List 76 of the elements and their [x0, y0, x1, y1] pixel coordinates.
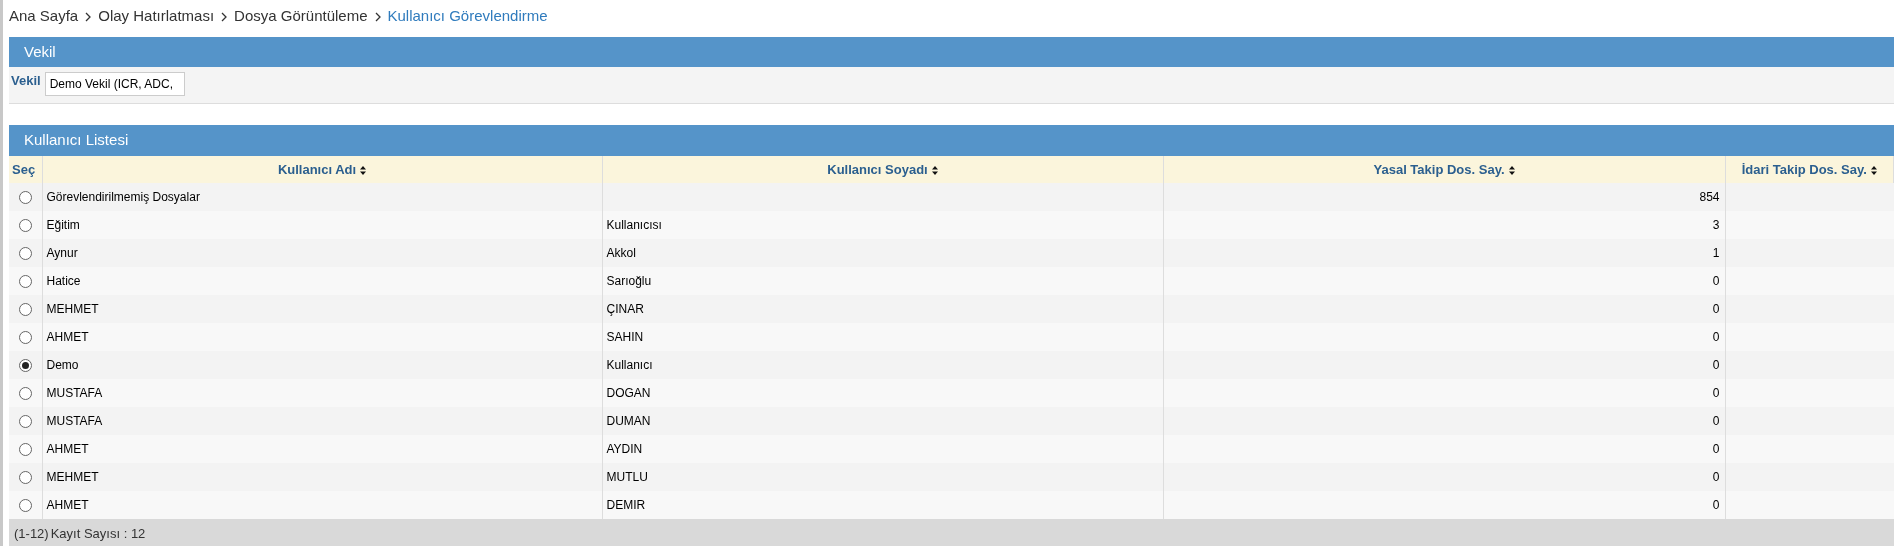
table-cell: 0	[1712, 330, 1720, 344]
table-cell: DUMAN	[606, 414, 651, 428]
radio-button[interactable]	[18, 275, 32, 289]
table-row[interactable]: AHMET AYDIN 0	[9, 435, 1894, 463]
table-row[interactable]: MEHMET ÇINAR 0	[9, 295, 1894, 323]
table-cell: Kullanıcı	[606, 358, 653, 372]
radio-button[interactable]	[18, 387, 32, 401]
table-cell: AHMET	[46, 330, 89, 344]
breadcrumb-link[interactable]: Ana Sayfa	[9, 5, 79, 28]
radio-button[interactable]	[18, 191, 32, 205]
field-label: Vekil	[11, 72, 41, 90]
table-cell: Kullanıcısı	[606, 218, 662, 232]
table-row[interactable]: MUSTAFA DUMAN 0	[9, 407, 1894, 435]
table-row[interactable]: AHMET DEMIR 0	[9, 491, 1894, 519]
table-cell: 0	[1712, 386, 1720, 400]
table-cell: MUTLU	[606, 470, 648, 484]
breadcrumb-link[interactable]: Dosya Görüntüleme	[234, 5, 368, 28]
table-cell: 0	[1712, 414, 1720, 428]
radio-button[interactable]	[18, 471, 32, 485]
panel-title: Kullanıcı Listesi	[24, 130, 129, 151]
table-row[interactable]: Eğitim Kullanıcısı 3	[9, 211, 1894, 239]
vekil-field[interactable]: Demo Vekil (ICR, ADC,	[44, 72, 185, 96]
table-cell: Eğitim	[46, 218, 80, 232]
table-cell: 0	[1712, 498, 1720, 512]
radio-button[interactable]	[18, 359, 32, 373]
chevron-right-icon	[374, 11, 381, 22]
sort-icon	[360, 165, 367, 175]
table-cell: DEMIR	[606, 498, 646, 512]
chevron-right-icon	[85, 11, 92, 22]
record-range: (1-12)	[14, 524, 49, 543]
panel-title: Vekil	[24, 41, 56, 62]
table-cell: ÇINAR	[606, 302, 644, 316]
table-row[interactable]: Görevlendirilmemiş Dosyalar 854	[9, 183, 1894, 211]
table-cell: 0	[1712, 470, 1720, 484]
table-cell: 0	[1712, 302, 1720, 316]
table-cell: Demo	[46, 358, 79, 372]
table-cell: MUSTAFA	[46, 414, 103, 428]
table-cell: Görevlendirilmemiş Dosyalar	[46, 190, 200, 204]
table-row[interactable]: MEHMET MUTLU 0	[9, 463, 1894, 491]
sort-icon	[1508, 165, 1515, 175]
breadcrumb-link[interactable]: Kullanıcı Görevlendirme	[387, 5, 548, 28]
table-cell: 3	[1712, 218, 1720, 232]
table-cell: 0	[1712, 358, 1720, 372]
radio-button[interactable]	[18, 499, 32, 513]
table-cell: 854	[1699, 190, 1720, 204]
radio-button[interactable]	[18, 331, 32, 345]
table-cell: Hatice	[46, 274, 81, 288]
table-cell: MEHMET	[46, 302, 99, 316]
chevron-right-icon	[221, 11, 228, 22]
radio-button[interactable]	[18, 415, 32, 429]
radio-button[interactable]	[18, 303, 32, 317]
table-row[interactable]: Hatice Sarıoğlu 0	[9, 267, 1894, 295]
table-cell: Sarıoğlu	[606, 274, 652, 288]
table-cell: AHMET	[46, 498, 89, 512]
breadcrumb-link[interactable]: Olay Hatırlatması	[98, 5, 215, 28]
radio-button[interactable]	[18, 247, 32, 261]
table-cell: 0	[1712, 274, 1720, 288]
radio-button[interactable]	[18, 443, 32, 457]
table-cell: Akkol	[606, 246, 636, 260]
table-cell: AYDIN	[606, 442, 643, 456]
sort-icon	[931, 165, 938, 175]
table-cell: Aynur	[46, 246, 78, 260]
table-cell: 1	[1712, 246, 1720, 260]
table-cell: SAHIN	[606, 330, 644, 344]
radio-button[interactable]	[18, 219, 32, 233]
table-cell: AHMET	[46, 442, 89, 456]
table-row[interactable]: MUSTAFA DOGAN 0	[9, 379, 1894, 407]
table-row[interactable]: AHMET SAHIN 0	[9, 323, 1894, 351]
table-cell: MUSTAFA	[46, 386, 103, 400]
table-row[interactable]: Aynur Akkol 1	[9, 239, 1894, 267]
sort-icon	[1870, 165, 1877, 175]
table-cell: MEHMET	[46, 470, 99, 484]
table-cell: 0	[1712, 442, 1720, 456]
table-cell: DOGAN	[606, 386, 651, 400]
table-row[interactable]: Demo Kullanıcı 0	[9, 351, 1894, 379]
record-count: Kayıt Sayısı : 12	[50, 524, 146, 543]
